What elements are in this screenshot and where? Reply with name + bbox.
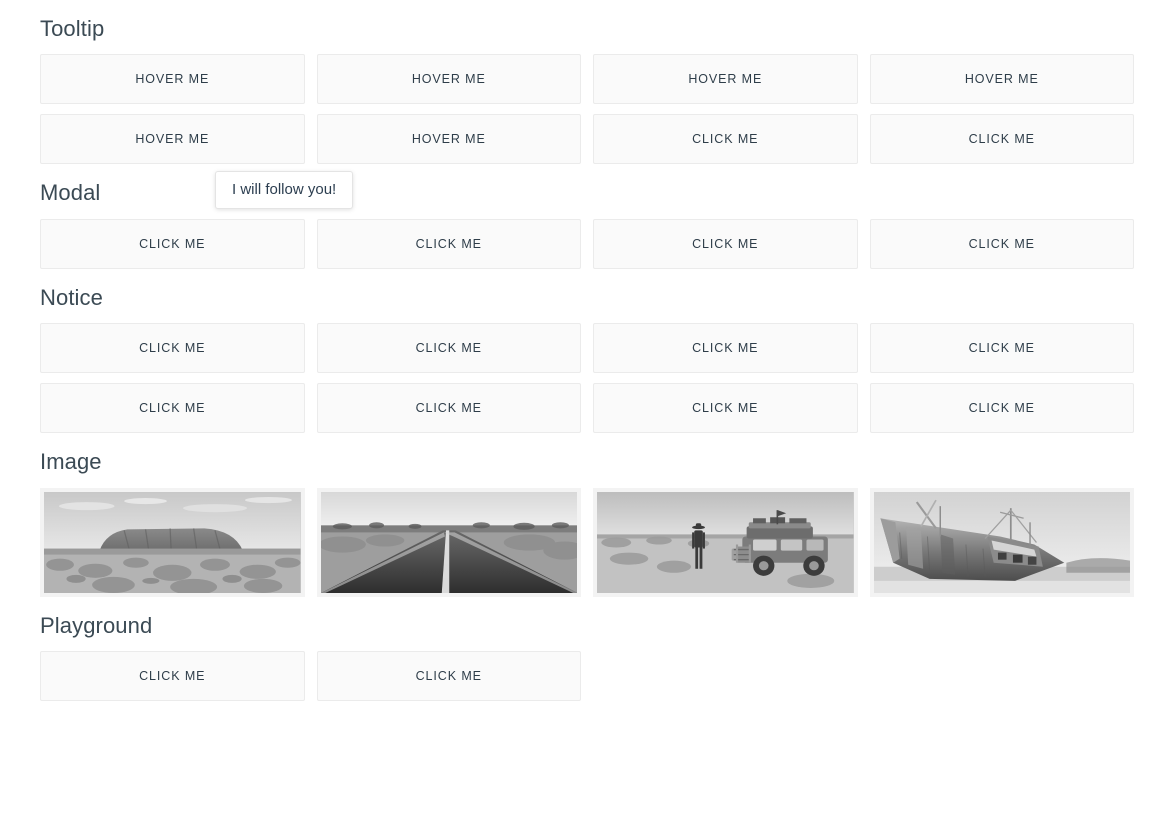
tooltip-hover-button-5[interactable]: HOVER ME	[40, 114, 305, 165]
section-notice: Notice CLICK ME CLICK ME CLICK ME CLICK …	[40, 269, 1134, 434]
section-title-tooltip: Tooltip	[40, 16, 105, 41]
notice-click-button-8[interactable]: CLICK ME	[869, 383, 1134, 434]
tooltip-hover-button-6[interactable]: HOVER ME	[316, 114, 581, 165]
notice-click-button-2[interactable]: CLICK ME	[316, 323, 581, 374]
tooltip-click-button-8[interactable]: CLICK ME	[869, 114, 1134, 165]
playground-button-grid: CLICK ME CLICK ME	[40, 650, 1134, 701]
notice-click-button-7[interactable]: CLICK ME	[593, 383, 858, 434]
image-grid	[40, 487, 1134, 597]
modal-click-button-3[interactable]: CLICK ME	[593, 218, 858, 269]
cursor-tooltip: I will follow you!	[215, 171, 354, 209]
notice-click-button-4[interactable]: CLICK ME	[869, 323, 1134, 374]
section-image: Image	[40, 433, 1134, 597]
notice-click-button-3[interactable]: CLICK ME	[593, 323, 858, 374]
tooltip-button-grid-row-2: HOVER ME HOVER ME CLICK ME CLICK ME	[40, 114, 1134, 165]
row-spacer	[40, 104, 1134, 114]
playground-click-button-1[interactable]: CLICK ME	[40, 650, 305, 701]
notice-click-button-1[interactable]: CLICK ME	[40, 323, 305, 374]
notice-button-grid-row-2: CLICK ME CLICK ME CLICK ME CLICK ME	[40, 383, 1134, 434]
notice-button-grid-row-1: CLICK ME CLICK ME CLICK ME CLICK ME	[40, 323, 1134, 374]
modal-click-button-2[interactable]: CLICK ME	[316, 218, 581, 269]
notice-click-button-6[interactable]: CLICK ME	[316, 383, 581, 434]
image-card-uluru[interactable]	[40, 487, 305, 597]
section-title-image: Image	[40, 449, 102, 475]
tooltip-hover-button-1[interactable]: HOVER ME	[40, 54, 305, 105]
section-title-notice: Notice	[40, 284, 103, 310]
tooltip-hover-button-2[interactable]: HOVER ME	[316, 54, 581, 105]
uluru-rock-photo	[44, 491, 301, 593]
tooltip-hover-button-3[interactable]: HOVER ME	[593, 54, 858, 105]
section-title-playground: Playground	[40, 612, 153, 638]
modal-click-button-1[interactable]: CLICK ME	[40, 218, 305, 269]
modal-button-grid: CLICK ME CLICK ME CLICK ME CLICK ME	[40, 218, 1134, 269]
section-playground: Playground CLICK ME CLICK ME	[40, 597, 1134, 701]
demo-page: Tooltip HOVER ME HOVER ME HOVER ME HOVER…	[0, 0, 1174, 701]
notice-click-button-5[interactable]: CLICK ME	[40, 383, 305, 434]
image-card-four-wheel-drive[interactable]	[593, 487, 858, 597]
section-tooltip: Tooltip HOVER ME HOVER ME HOVER ME HOVER…	[40, 0, 1134, 165]
section-modal: Modal CLICK ME CLICK ME CLICK ME CLICK M…	[40, 164, 1134, 269]
image-card-shipwreck[interactable]	[869, 487, 1134, 597]
tooltip-click-button-7[interactable]: CLICK ME	[593, 114, 858, 165]
image-card-road[interactable]	[316, 487, 581, 597]
shipwreck-photo	[873, 491, 1130, 593]
four-wheel-drive-photo	[597, 491, 854, 593]
modal-click-button-4[interactable]: CLICK ME	[869, 218, 1134, 269]
playground-click-button-2[interactable]: CLICK ME	[316, 650, 581, 701]
tooltip-hover-button-4[interactable]: HOVER ME	[869, 54, 1134, 105]
section-title-modal: Modal	[40, 180, 101, 206]
row-spacer	[40, 373, 1134, 383]
tooltip-button-grid-row-1: HOVER ME HOVER ME HOVER ME HOVER ME	[40, 54, 1134, 105]
outback-road-photo	[320, 491, 577, 593]
